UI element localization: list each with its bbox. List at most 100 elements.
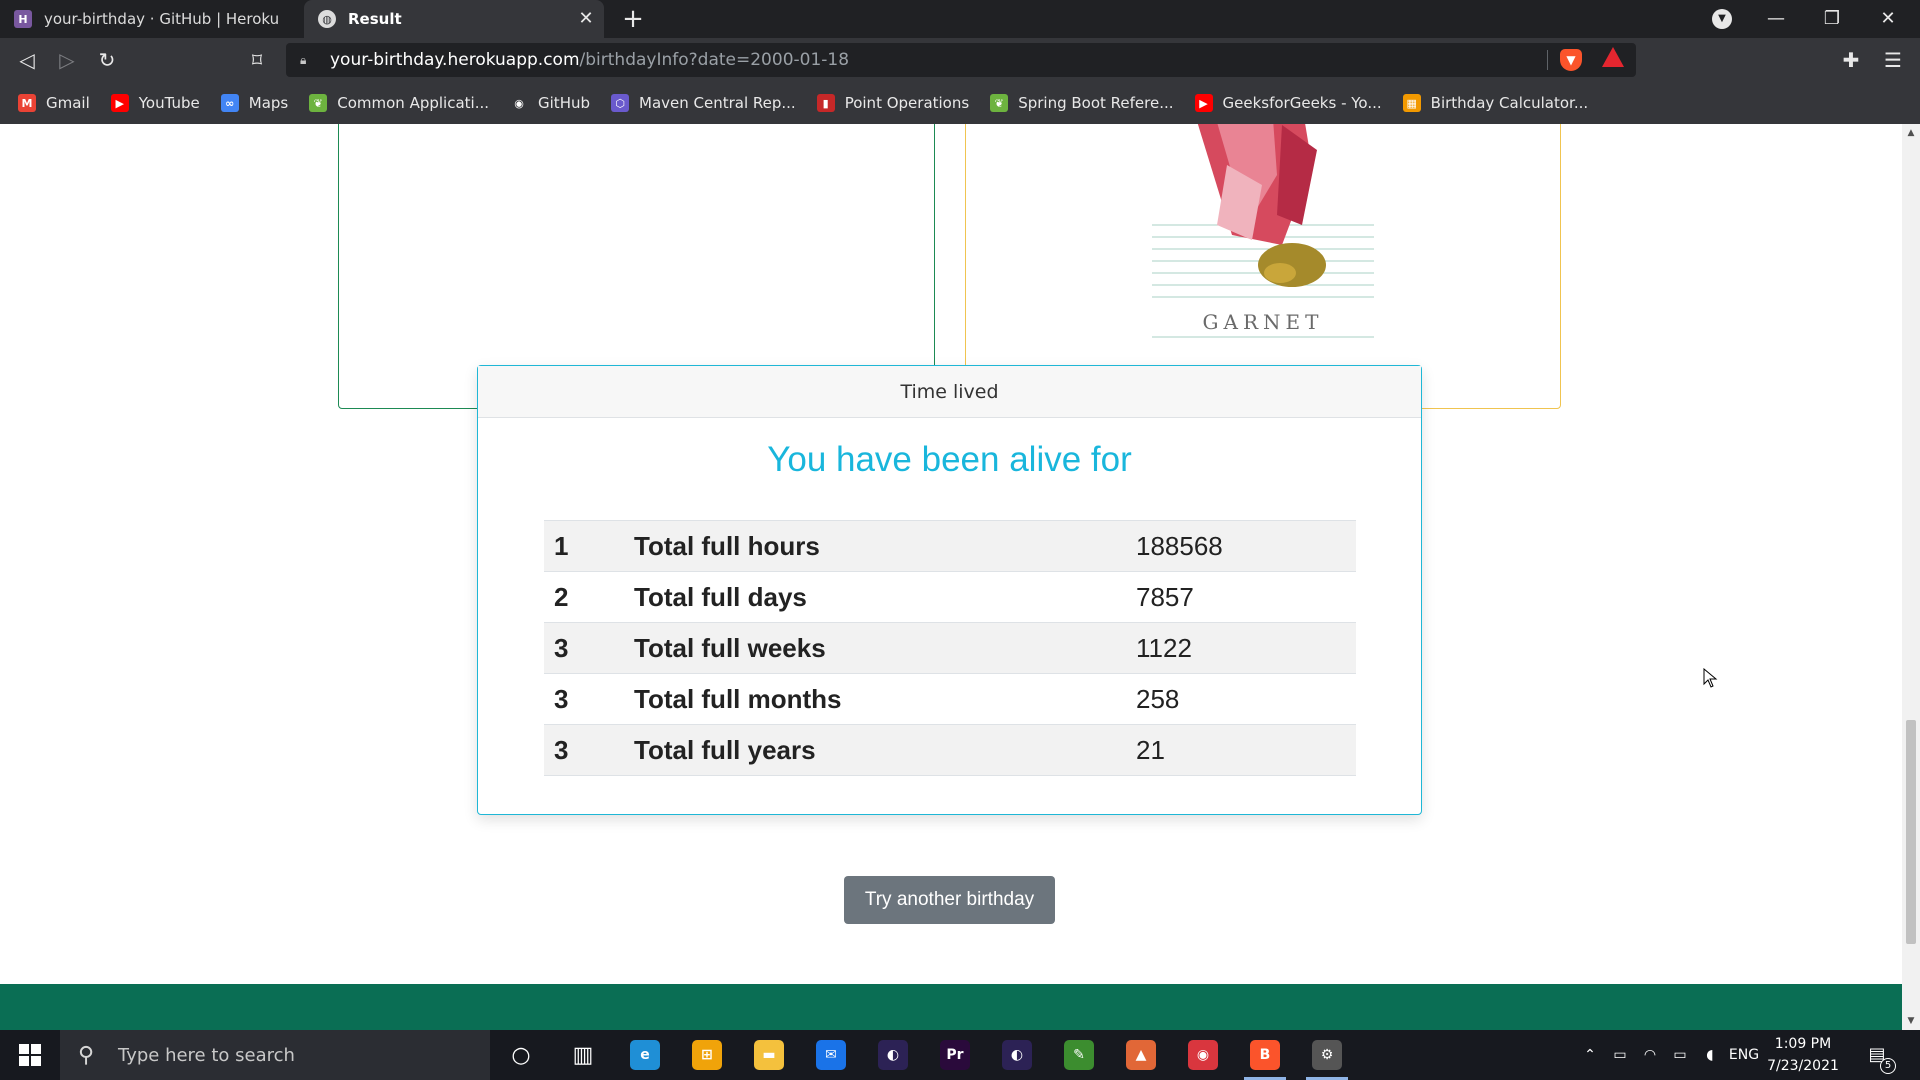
table-row: 1 Total full hours 188568: [544, 520, 1356, 572]
try-another-birthday-button[interactable]: Try another birthday: [844, 876, 1055, 924]
search-placeholder: Type here to search: [118, 1044, 295, 1066]
reload-icon[interactable]: ↻: [92, 45, 122, 75]
youtube-icon: ▶: [1194, 94, 1213, 112]
brave-rewards-icon[interactable]: [1602, 47, 1624, 67]
battery-icon[interactable]: ▭: [1666, 1030, 1694, 1080]
notification-count: 5: [1880, 1058, 1896, 1074]
bookmark-item[interactable]: ⬡ Maven Central Rep...: [611, 94, 796, 112]
bookmark-item[interactable]: ∞ Maps: [220, 94, 289, 112]
restore-button[interactable]: ❐: [1804, 0, 1860, 38]
lock-icon: 🔒︎: [300, 52, 307, 67]
spring-leaf-icon: ❦: [990, 94, 1009, 112]
windows-taskbar: ⚲ Type here to search ○ ▥ e ⊞ ▬ ✉ ◐ Pr ◐ ✎ ▲ ◉ B ⚙ ⌃ …: [0, 1030, 1920, 1080]
taskbar-app-button[interactable]: B: [1236, 1030, 1294, 1080]
bookmark-item[interactable]: ▶ GeeksforGeeks - Yo...: [1194, 94, 1382, 112]
menu-icon[interactable]: ☰: [1878, 45, 1908, 75]
back-icon[interactable]: ◁: [12, 45, 42, 75]
page-footer: [0, 984, 1902, 1030]
file-explorer-icon: ▬: [754, 1040, 784, 1070]
bookmark-item[interactable]: ▮ Point Operations: [816, 94, 969, 112]
bookmark-icon[interactable]: ⌑: [242, 45, 272, 75]
scroll-down-icon[interactable]: ▼: [1902, 1012, 1920, 1030]
taskbar-app-button[interactable]: e: [616, 1030, 674, 1080]
tab-result[interactable]: ◍ Result ✕: [304, 0, 604, 38]
extensions-icon[interactable]: ✚: [1836, 45, 1866, 75]
show-hidden-icons-icon[interactable]: ⌃: [1576, 1030, 1604, 1080]
scroll-up-icon[interactable]: ▲: [1902, 124, 1920, 142]
row-label: Total full hours: [634, 520, 1136, 572]
taskbar-app-button[interactable]: ⊞: [678, 1030, 736, 1080]
bookmark-label: GitHub: [538, 94, 590, 112]
matlab-icon: ▲: [1126, 1040, 1156, 1070]
taskbar-app-button[interactable]: ✎: [1050, 1030, 1108, 1080]
row-value: 258: [1136, 673, 1356, 725]
scroll-thumb[interactable]: [1906, 720, 1916, 944]
row-index: 3: [544, 622, 634, 674]
premiere-pro-icon: Pr: [940, 1040, 970, 1070]
row-index: 3: [544, 673, 634, 725]
youtube-icon: ▶: [110, 94, 129, 112]
bookmark-item[interactable]: ▶ YouTube: [110, 94, 200, 112]
new-tab-button[interactable]: +: [618, 4, 648, 34]
table-row: 3 Total full weeks 1122: [544, 622, 1356, 674]
windows-start-icon[interactable]: [0, 1030, 60, 1080]
minimize-button[interactable]: —: [1748, 0, 1804, 38]
row-label: Total full weeks: [634, 622, 1136, 674]
row-index: 3: [544, 724, 634, 776]
taskbar-app-button[interactable]: ▥: [554, 1030, 612, 1080]
taskbar-app-button[interactable]: ✉: [802, 1030, 860, 1080]
bookmark-label: GeeksforGeeks - Yo...: [1222, 94, 1382, 112]
bookmark-item[interactable]: ◉ GitHub: [510, 94, 590, 112]
task-view-icon: ▥: [572, 1042, 594, 1068]
taskbar-app-button[interactable]: ◉: [1174, 1030, 1232, 1080]
bookmark-item[interactable]: ❦ Spring Boot Refere...: [990, 94, 1174, 112]
taskbar-app-button[interactable]: ⚙: [1298, 1030, 1356, 1080]
url-text[interactable]: your-birthday.herokuapp.com/birthdayInfo…: [330, 50, 849, 70]
system-clock[interactable]: 1:09 PM 7/23/2021: [1758, 1033, 1848, 1077]
bookmark-label: Birthday Calculator...: [1430, 94, 1589, 112]
brave-shields-icon[interactable]: ▼: [1560, 49, 1582, 71]
notepad-icon: ✎: [1064, 1040, 1094, 1070]
tab-strip: H your-birthday · GitHub | Heroku ◍ Resu…: [0, 0, 1920, 38]
close-tab-icon[interactable]: ✕: [576, 9, 596, 29]
bookmark-item[interactable]: ❦ Common Applicati...: [309, 94, 489, 112]
forward-icon[interactable]: ▷: [52, 45, 82, 75]
taskbar-app-button[interactable]: ▬: [740, 1030, 798, 1080]
meet-now-icon[interactable]: ▭: [1606, 1030, 1634, 1080]
bookmark-label: Maps: [248, 94, 289, 112]
wifi-icon[interactable]: ◠: [1636, 1030, 1664, 1080]
edge-icon: e: [630, 1040, 660, 1070]
globe-icon: ◍: [318, 10, 336, 28]
taskbar-search-box[interactable]: ⚲ Type here to search: [60, 1030, 490, 1080]
tab-title: your-birthday · GitHub | Heroku: [44, 10, 280, 28]
volume-icon[interactable]: ◖: [1696, 1030, 1724, 1080]
mail-icon: ✉: [816, 1040, 846, 1070]
gem-name: GARNET: [1202, 310, 1324, 334]
taskbar-app-button[interactable]: ◐: [864, 1030, 922, 1080]
address-bar[interactable]: 🔒︎ your-birthday.herokuapp.com/birthdayI…: [286, 43, 1636, 77]
taskbar-app-button[interactable]: ◐: [988, 1030, 1046, 1080]
bookmark-label: YouTube: [138, 94, 200, 112]
bookmark-label: Gmail: [46, 94, 90, 112]
heroku-icon: H: [14, 10, 32, 28]
taskbar-app-button[interactable]: ▲: [1112, 1030, 1170, 1080]
garnet-image: GARNET: [1152, 124, 1374, 341]
taskbar-app-button[interactable]: Pr: [926, 1030, 984, 1080]
time-lived-table: 1 Total full hours 188568 2 Total full days 7…: [544, 520, 1356, 776]
close-window-button[interactable]: ✕: [1860, 0, 1916, 38]
row-index: 1: [544, 520, 634, 572]
store-icon: ⊞: [692, 1040, 722, 1070]
tab-github-heroku[interactable]: H your-birthday · GitHub | Heroku: [0, 0, 302, 38]
row-label: Total full days: [634, 571, 1136, 623]
bookmark-item[interactable]: ▦ Birthday Calculator...: [1402, 94, 1589, 112]
omnibox-divider: [1547, 50, 1548, 70]
taskbar-app-button[interactable]: ○: [492, 1030, 550, 1080]
table-row: 3 Total full years 21: [544, 724, 1356, 776]
vertical-scrollbar[interactable]: ▲ ▼: [1902, 124, 1920, 1030]
bookmark-item[interactable]: M Gmail: [18, 94, 90, 112]
row-value: 21: [1136, 724, 1356, 776]
row-label: Total full years: [634, 724, 1136, 776]
profile-menu-icon[interactable]: ▼: [1712, 9, 1732, 29]
row-label: Total full months: [634, 673, 1136, 725]
bookmark-label: Common Applicati...: [337, 94, 490, 112]
